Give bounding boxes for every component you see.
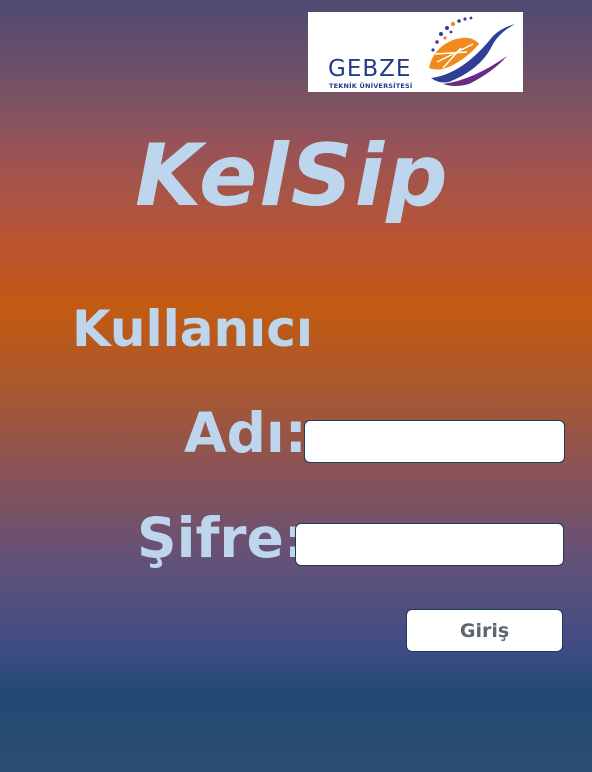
- university-logo: GEBZE TEKNİK ÜNİVERSİTESİ: [308, 12, 523, 92]
- logo-wordmark: GEBZE: [328, 56, 412, 82]
- login-button[interactable]: Giriş: [406, 609, 563, 652]
- password-input[interactable]: [295, 523, 564, 566]
- logo-emblem-icon: [429, 16, 515, 86]
- username-label-line2: Adı:: [184, 401, 307, 465]
- app-title: KelSip: [135, 126, 450, 226]
- password-label: Şifre:: [137, 506, 306, 570]
- username-label-line1: Kullanıcı: [72, 300, 313, 358]
- username-input[interactable]: [304, 420, 565, 463]
- logo-subtitle: TEKNİK ÜNİVERSİTESİ: [329, 82, 413, 90]
